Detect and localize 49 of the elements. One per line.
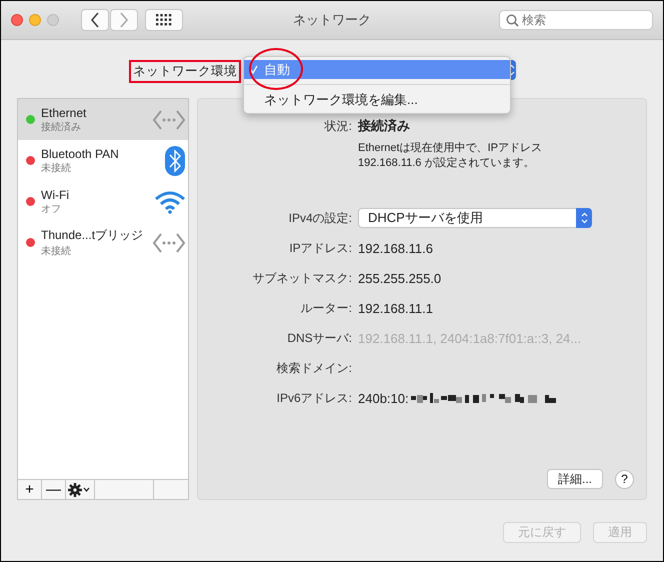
service-name: Wi-Fi [41,188,70,202]
show-all-button[interactable] [145,9,183,31]
service-item[interactable]: Thunde...tブリッジ 未接続 [18,222,188,263]
field-label: DNSサーバ: [286,330,352,346]
window-title: ネットワーク [292,11,372,29]
ethernet-icon [152,108,186,130]
service-status: 未接続 [41,162,72,174]
service-status: 未接続 [41,244,72,258]
chevron-right-icon [119,12,129,28]
service-name: Ethernet [41,106,88,120]
actions-button[interactable] [66,480,95,499]
field-value: 240b:10: [358,390,409,406]
stepper-icon [580,212,588,224]
field-label: IPv6アドレス: [276,390,352,406]
field-label: IPアドレス: [288,240,352,256]
field-label: IPv4の設定: [288,210,352,226]
help-button[interactable]: ? [615,470,634,488]
search-icon [506,14,519,27]
field-value: 192.168.11.6 [358,240,434,256]
advanced-button[interactable]: 詳細... [546,469,603,489]
field-value: 192.168.11.1 [358,300,434,316]
service-item[interactable]: Bluetooth PAN 未接続 [18,140,188,181]
service-status: 接続済み [41,120,82,134]
field-label: ルーター: [300,300,352,316]
ethernet-icon [152,232,186,254]
chevron-left-icon [90,12,100,28]
field-value: 255.255.255.0 [358,270,442,286]
back-button[interactable] [81,9,109,31]
field-label: 状況: [324,118,352,134]
status-value: 接続済み [358,117,411,135]
service-name: Thunde...tブリッジ [41,227,144,244]
field-value: 192.168.11.1, 2404:1a8:7f01:a::3, 24... [358,330,582,346]
service-status: オフ [41,202,62,216]
field-label: 検索ドメイン: [276,360,352,376]
service-name: Bluetooth PAN [41,146,120,160]
wifi-icon [154,190,186,214]
location-label: ネットワーク環境 [129,60,241,83]
search-field[interactable]: 検索 [499,10,653,30]
menu-item[interactable]: ネットワーク環境を編集... [244,90,510,109]
checkmark-icon [250,65,258,74]
status-description: Ethernetは現在使用中で、IPアドレス 192.168.11.6 が設定されています。 [358,141,543,171]
service-item[interactable]: Ethernet 接続済み [18,99,188,140]
field-label: サブネットマスク: [252,270,352,286]
grid-icon [156,14,172,26]
ipv4-select[interactable]: DHCPサーバを使用 [358,208,592,228]
close-button[interactable] [11,14,23,26]
stepper-icon [508,64,515,76]
service-item[interactable]: Wi-Fi オフ [18,181,188,222]
bluetooth-icon [164,146,186,176]
